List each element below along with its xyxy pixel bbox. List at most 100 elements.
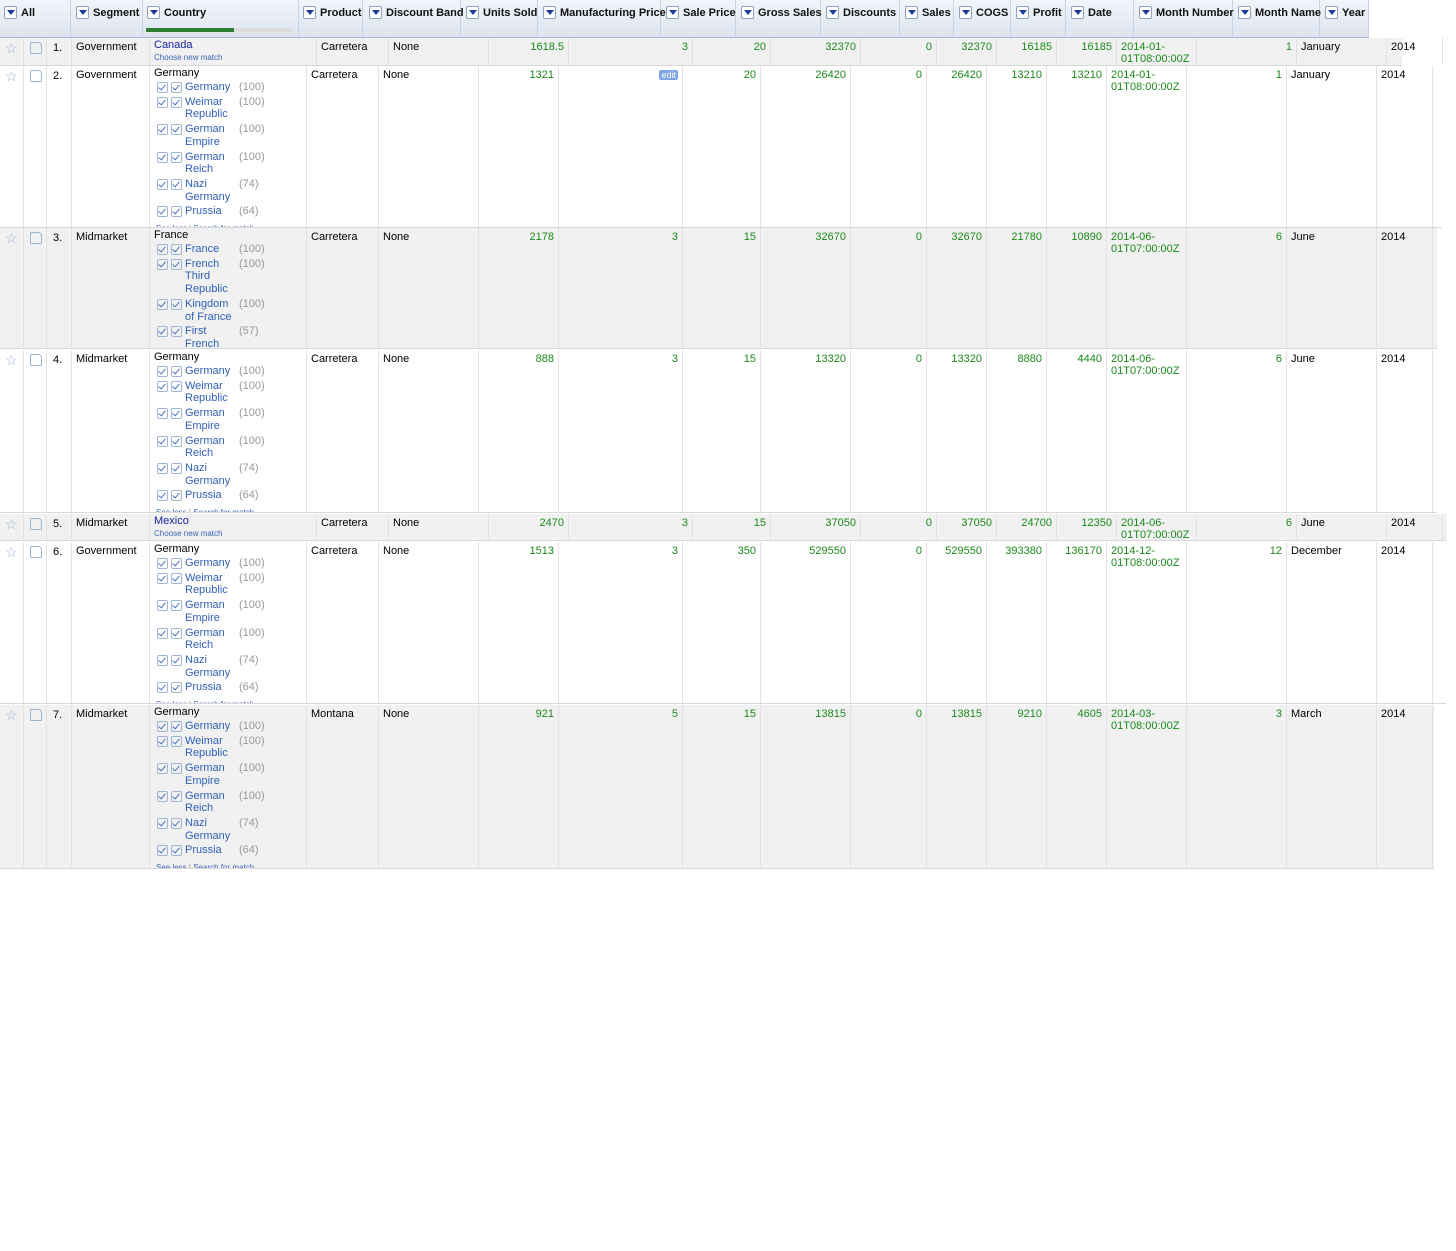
reconcile-candidate[interactable]: Germany (100): [157, 720, 302, 733]
cell-month-name[interactable]: January: [1297, 38, 1387, 65]
reconcile-candidate[interactable]: German Reich (100): [157, 435, 302, 460]
reconcile-candidate[interactable]: German Reich (100): [157, 790, 302, 815]
candidate-name[interactable]: Germany: [185, 720, 237, 733]
match-all-cells-icon[interactable]: [171, 845, 182, 857]
candidate-name[interactable]: France: [185, 243, 237, 256]
match-this-cell-icon[interactable]: [157, 627, 168, 639]
match-this-cell-icon[interactable]: [157, 178, 168, 190]
match-all-cells-icon[interactable]: [171, 366, 182, 377]
cell-year[interactable]: 2014: [1387, 38, 1443, 65]
cell-segment[interactable]: Government: [72, 66, 150, 227]
choose-new-match-link[interactable]: Choose new match: [154, 53, 312, 62]
cell-country[interactable]: Germany Germany (100) Weimar Republic (100) G…: [150, 542, 307, 703]
cell-product[interactable]: Carretera: [307, 228, 379, 348]
cell-cogs[interactable]: 21780: [987, 228, 1047, 348]
choose-new-match-link[interactable]: Choose new match: [154, 529, 312, 538]
search-for-match-link[interactable]: Search for match: [193, 863, 254, 868]
match-all-cells-icon[interactable]: [171, 558, 182, 569]
cell-gross-sales[interactable]: 13815: [761, 705, 851, 868]
match-this-cell-icon[interactable]: [157, 572, 168, 584]
cell-cogs[interactable]: 13210: [987, 66, 1047, 227]
match-all-cells-icon[interactable]: [171, 206, 182, 218]
candidate-name[interactable]: Germany: [185, 81, 237, 94]
match-this-cell-icon[interactable]: [157, 600, 168, 612]
cell-country[interactable]: Germany Germany (100) Weimar Republic (100) G…: [150, 66, 307, 227]
candidate-name[interactable]: Germany: [185, 557, 237, 570]
cell-gross-sales[interactable]: 529550: [761, 542, 851, 703]
cell-mfg-price[interactable]: edit: [559, 66, 683, 227]
reconcile-candidate[interactable]: First French Empire(57): [157, 325, 302, 348]
reconcile-candidate[interactable]: German Empire (100): [157, 123, 302, 148]
match-all-cells-icon[interactable]: [171, 462, 182, 474]
header-sale-price[interactable]: Sale Price: [662, 0, 736, 37]
match-this-cell-icon[interactable]: [157, 206, 168, 218]
match-this-cell-icon[interactable]: [157, 82, 168, 93]
cell-month-number[interactable]: 6: [1197, 514, 1297, 540]
reconcile-candidate[interactable]: Prussia (64): [157, 844, 302, 857]
cell-year[interactable]: 2014: [1387, 514, 1443, 540]
cell-sale-price[interactable]: 15: [683, 705, 761, 868]
match-this-cell-icon[interactable]: [157, 817, 168, 829]
cell-segment[interactable]: Government: [72, 38, 150, 65]
reconcile-candidate[interactable]: Prussia (64): [157, 205, 302, 218]
cell-month-name[interactable]: June: [1297, 514, 1387, 540]
chevron-down-icon[interactable]: [147, 6, 160, 19]
match-this-cell-icon[interactable]: [157, 682, 168, 694]
candidate-name[interactable]: German Reich: [185, 790, 237, 815]
cell-discounts[interactable]: 0: [851, 542, 927, 703]
cell-country[interactable]: Germany Germany (100) Weimar Republic (100) G…: [150, 350, 307, 512]
cell-year[interactable]: 2014: [1377, 66, 1433, 227]
match-all-cells-icon[interactable]: [171, 817, 182, 829]
cell-units-sold[interactable]: 2178: [479, 228, 559, 348]
header-cogs[interactable]: COGS: [955, 0, 1011, 37]
match-all-cells-icon[interactable]: [171, 572, 182, 584]
chevron-down-icon[interactable]: [543, 6, 556, 19]
cell-mfg-price[interactable]: 5: [559, 705, 683, 868]
see-less-link[interactable]: See less: [156, 224, 187, 227]
match-this-cell-icon[interactable]: [157, 462, 168, 474]
match-all-cells-icon[interactable]: [171, 790, 182, 802]
cell-product[interactable]: Carretera: [307, 350, 379, 512]
header-all[interactable]: All: [0, 0, 71, 37]
cell-year[interactable]: 2014: [1377, 705, 1433, 868]
cell-month-name[interactable]: June: [1287, 350, 1377, 512]
cell-date[interactable]: 2014-06-01T07:00:00Z: [1117, 514, 1197, 540]
candidate-name[interactable]: Nazi Germany: [185, 817, 237, 842]
match-this-cell-icon[interactable]: [157, 408, 168, 420]
chevron-down-icon[interactable]: [466, 6, 479, 19]
chevron-down-icon[interactable]: [959, 6, 972, 19]
match-all-cells-icon[interactable]: [171, 600, 182, 612]
reconcile-candidate[interactable]: Kingdom of France (100): [157, 298, 302, 323]
cell-cogs[interactable]: 8880: [987, 350, 1047, 512]
cell-date[interactable]: 2014-01-01T08:00:00Z: [1107, 66, 1187, 227]
match-this-cell-icon[interactable]: [157, 326, 168, 338]
header-date[interactable]: Date: [1067, 0, 1134, 37]
cell-month-number[interactable]: 1: [1187, 66, 1287, 227]
cell-discounts[interactable]: 0: [851, 228, 927, 348]
cell-month-name[interactable]: December: [1287, 542, 1377, 703]
match-all-cells-icon[interactable]: [171, 178, 182, 190]
cell-units-sold[interactable]: 1513: [479, 542, 559, 703]
see-less-link[interactable]: See less: [156, 700, 187, 703]
cell-month-number[interactable]: 6: [1187, 350, 1287, 512]
cell-cogs[interactable]: 393380: [987, 542, 1047, 703]
match-all-cells-icon[interactable]: [171, 82, 182, 93]
cell-gross-sales[interactable]: 13320: [761, 350, 851, 512]
cell-profit[interactable]: 16185: [1057, 38, 1117, 65]
candidate-name[interactable]: Weimar Republic: [185, 572, 237, 597]
header-sales[interactable]: Sales: [901, 0, 954, 37]
cell-product[interactable]: Carretera: [307, 66, 379, 227]
cell-year[interactable]: 2014: [1377, 542, 1433, 703]
search-for-match-link[interactable]: Search for match: [193, 508, 254, 512]
candidate-name[interactable]: German Empire: [185, 762, 237, 787]
matched-country-link[interactable]: Canada: [154, 39, 193, 51]
cell-discounts[interactable]: 0: [861, 38, 937, 65]
cell-units-sold[interactable]: 1321: [479, 66, 559, 227]
cell-gross-sales[interactable]: 32370: [771, 38, 861, 65]
header-product[interactable]: Product: [299, 0, 363, 37]
cell-sale-price[interactable]: 15: [693, 514, 771, 540]
match-this-cell-icon[interactable]: [157, 845, 168, 857]
match-all-cells-icon[interactable]: [171, 763, 182, 775]
cell-country[interactable]: Mexico Choose new match: [150, 514, 317, 540]
candidate-name[interactable]: Prussia: [185, 205, 237, 218]
